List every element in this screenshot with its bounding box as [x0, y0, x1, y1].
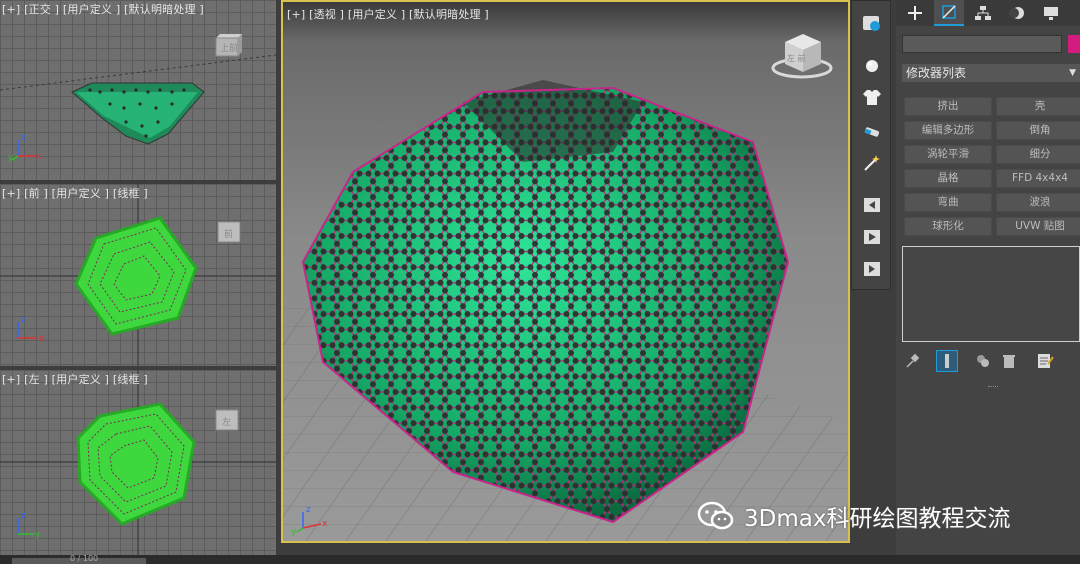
modify-tab[interactable] [934, 0, 964, 26]
axis-x-label: x [36, 152, 42, 162]
axis-y-label: y [35, 530, 41, 540]
axis-z-label: z [21, 133, 26, 143]
modifier-button[interactable]: UVW 贴图 [996, 217, 1080, 236]
trash-icon[interactable] [998, 350, 1020, 372]
axis-gizmo: z x [17, 315, 45, 344]
viewport-label[interactable]: [+] [前 ] [用户定义 ] [线框 ] [2, 185, 148, 201]
pin-icon[interactable] [902, 350, 924, 372]
watermark-text: 3Dmax科研绘图教程交流 [744, 506, 1011, 532]
command-panel: 修改器列表 ▼ 挤出 壳 编辑多边形 倒角 涡轮平滑 细分 晶格 FFD 4x4… [896, 0, 1080, 555]
modifier-button[interactable]: 挤出 [904, 97, 992, 116]
brush-icon[interactable] [860, 119, 884, 143]
timeline-bar [0, 555, 1080, 564]
viewcube[interactable]: 上前 [212, 30, 246, 62]
viewport-label[interactable]: [+] [左 ] [用户定义 ] [线框 ] [2, 371, 148, 387]
modifier-button[interactable]: FFD 4x4x4 [996, 169, 1080, 188]
3dsmax-window: [+] [正交 ] [用户定义 ] [默认明暗处理 ] 上前 z x y [+]… [0, 0, 1080, 564]
modifier-button[interactable]: 球形化 [904, 217, 992, 236]
modifier-button[interactable]: 晶格 [904, 169, 992, 188]
play-icon[interactable] [860, 225, 884, 249]
axis-z-label: z [306, 505, 311, 515]
viewport-left[interactable]: [+] [左 ] [用户定义 ] [线框 ] 左 z y [0, 370, 276, 555]
modifier-stack-tools [902, 350, 1080, 372]
wechat-icon [697, 501, 734, 530]
viewcube-label: 左 [222, 416, 231, 428]
modifier-button[interactable]: 波浪 [996, 193, 1080, 212]
modifier-button[interactable]: 涡轮平滑 [904, 145, 992, 164]
viewcube-label: 前 [224, 228, 233, 240]
axis-gizmo: z x y [291, 505, 328, 536]
viewcube[interactable]: 前 [214, 218, 248, 250]
object-color-swatch[interactable] [1068, 35, 1080, 53]
panel-divider[interactable] [988, 386, 998, 389]
viewcube[interactable]: 左 [212, 406, 246, 438]
object-name-field[interactable] [902, 35, 1062, 53]
modifier-button[interactable]: 细分 [996, 145, 1080, 164]
axis-y-label: y [8, 153, 14, 163]
modifier-button[interactable]: 弯曲 [904, 193, 992, 212]
modifier-button[interactable]: 壳 [996, 97, 1080, 116]
axis-x-label: x [322, 519, 328, 529]
make-unique-icon[interactable] [972, 350, 994, 372]
modifier-button[interactable]: 编辑多边形 [904, 121, 992, 140]
viewcube-label: 上前 [220, 42, 238, 54]
configure-sets-icon[interactable] [1034, 350, 1056, 372]
watermark: 3Dmax科研绘图教程交流 [696, 500, 1010, 532]
app-icon[interactable] [860, 11, 884, 35]
viewport-front[interactable]: [+] [前 ] [用户定义 ] [线框 ] 前 z x [0, 184, 276, 366]
motion-tab[interactable] [1002, 0, 1032, 26]
key-left-icon[interactable] [860, 193, 884, 217]
perspective-scene [283, 80, 848, 541]
viewport-label[interactable]: [+] [正交 ] [用户定义 ] [默认明暗处理 ] [2, 1, 204, 17]
create-tab[interactable] [900, 0, 930, 26]
shirt-icon[interactable] [860, 85, 884, 109]
modifier-button[interactable]: 倒角 [996, 121, 1080, 140]
viewport-orthographic[interactable]: [+] [正交 ] [用户定义 ] [默认明暗处理 ] 上前 z x y [0, 0, 276, 180]
sphere-icon[interactable] [860, 53, 884, 77]
show-end-result-icon[interactable] [936, 350, 958, 372]
hierarchy-tab[interactable] [968, 0, 998, 26]
modifier-stack[interactable] [902, 246, 1080, 342]
axis-gizmo: z x y [8, 133, 42, 163]
time-slider[interactable]: 0 / 100 [12, 554, 146, 564]
axis-z-label: z [21, 315, 26, 325]
vertical-toolbar [851, 0, 891, 290]
modifier-list-label: 修改器列表 [906, 66, 967, 80]
viewport-perspective[interactable]: [+] [透视 ] [用户定义 ] [默认明暗处理 ] 左 前 z x y [281, 0, 850, 543]
axis-z-label: z [21, 511, 26, 521]
chevron-down-icon: ▼ [1069, 68, 1076, 78]
command-panel-tabs [896, 0, 1080, 26]
viewcube[interactable]: 左 前 [771, 28, 833, 84]
display-tab[interactable] [1036, 0, 1066, 26]
viewcube-label: 左 前 [787, 53, 806, 63]
sparkle-icon[interactable] [860, 151, 884, 175]
modifier-list-dropdown[interactable]: 修改器列表 ▼ [902, 64, 1080, 82]
axis-gizmo: z y [17, 511, 41, 540]
viewport-label[interactable]: [+] [透视 ] [用户定义 ] [默认明暗处理 ] [287, 6, 489, 22]
time-slider-frame: 0 / 100 [70, 554, 99, 563]
axis-y-label: y [291, 527, 297, 536]
key-right-icon[interactable] [860, 257, 884, 281]
axis-x-label: x [39, 334, 45, 344]
